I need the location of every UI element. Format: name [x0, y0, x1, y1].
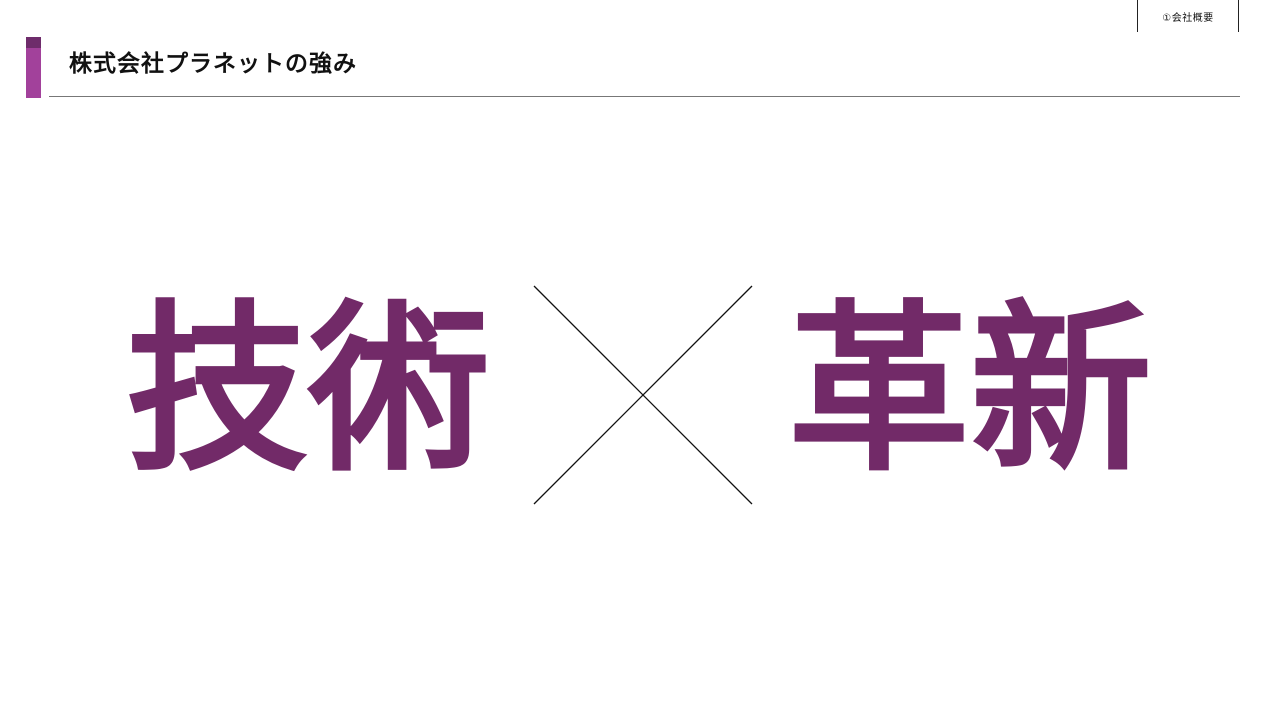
page-title: 株式会社プラネットの強み	[69, 51, 357, 77]
section-label-tab: ①会社概要	[1137, 0, 1239, 32]
keyword-right: 革新	[788, 284, 1152, 496]
title-divider	[49, 96, 1240, 97]
section-label: ①会社概要	[1162, 12, 1214, 24]
title-accent-bar-top	[26, 37, 41, 48]
keyword-left: 技術	[126, 284, 490, 496]
multiply-cross-icon	[533, 285, 753, 505]
